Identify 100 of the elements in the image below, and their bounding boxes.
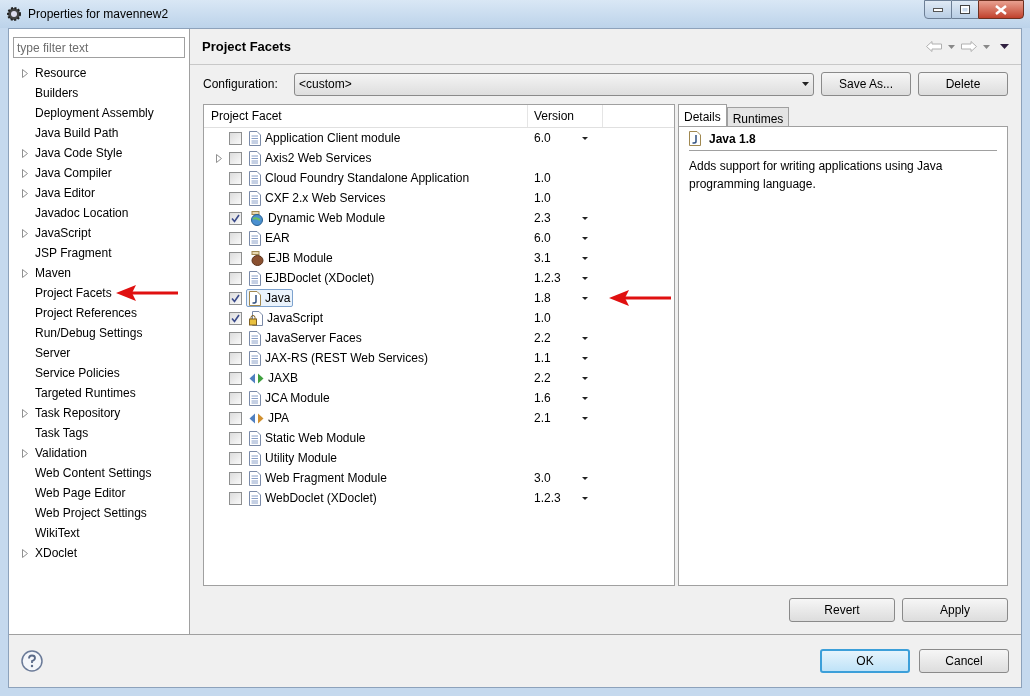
sidebar-item[interactable]: Java Build Path bbox=[35, 124, 119, 142]
checkbox[interactable] bbox=[229, 251, 242, 265]
sidebar-item[interactable]: Maven bbox=[35, 264, 72, 282]
facet-row[interactable]: CXF 2.x Web Services bbox=[246, 189, 389, 207]
caret-icon[interactable] bbox=[582, 476, 588, 480]
sidebar-item[interactable]: JSP Fragment bbox=[35, 244, 112, 262]
sidebar-item[interactable]: Server bbox=[35, 344, 71, 362]
facet-row[interactable]: EJB Module bbox=[246, 249, 336, 267]
facet-row[interactable]: JCA Module bbox=[246, 389, 333, 407]
caret-icon[interactable] bbox=[582, 296, 588, 300]
sidebar-item[interactable]: Web Page Editor bbox=[35, 484, 126, 502]
caret-icon[interactable] bbox=[582, 136, 588, 140]
dialog-button[interactable]: OK bbox=[820, 649, 910, 673]
sidebar-item[interactable]: Targeted Runtimes bbox=[35, 384, 136, 402]
facet-row[interactable]: JPA bbox=[246, 409, 293, 427]
column-header[interactable]: Project Facet bbox=[204, 105, 528, 127]
sidebar-item[interactable]: Deployment Assembly bbox=[35, 104, 154, 122]
caret-icon[interactable] bbox=[582, 356, 588, 360]
sidebar-item[interactable]: Validation bbox=[35, 444, 87, 462]
view-menu-icon[interactable] bbox=[1000, 44, 1009, 49]
sidebar-item[interactable]: Web Project Settings bbox=[35, 504, 147, 522]
caret-icon[interactable] bbox=[582, 376, 588, 380]
facet-row[interactable]: JavaServer Faces bbox=[246, 329, 365, 347]
expand-icon[interactable] bbox=[22, 268, 28, 278]
checkbox[interactable] bbox=[229, 451, 242, 465]
checkbox[interactable] bbox=[229, 131, 242, 145]
facet-row[interactable]: Dynamic Web Module bbox=[246, 209, 389, 227]
minimize-button[interactable] bbox=[924, 0, 952, 19]
back-arrow-icon[interactable] bbox=[926, 41, 942, 52]
sidebar-item[interactable]: JavaScript bbox=[35, 224, 92, 242]
expand-icon[interactable] bbox=[22, 68, 28, 78]
checkbox[interactable] bbox=[229, 371, 242, 385]
checkbox[interactable] bbox=[229, 491, 242, 505]
dialog-button[interactable]: Cancel bbox=[919, 649, 1009, 673]
sidebar-item[interactable]: Java Code Style bbox=[35, 144, 123, 162]
dialog-button[interactable]: Revert bbox=[789, 598, 895, 622]
checkbox[interactable] bbox=[229, 211, 242, 225]
sidebar-item[interactable]: Javadoc Location bbox=[35, 204, 129, 222]
facet-row[interactable]: JAXB bbox=[246, 369, 301, 387]
checkbox[interactable] bbox=[229, 431, 242, 445]
facet-row[interactable]: Application Client module bbox=[246, 129, 404, 147]
checkbox[interactable] bbox=[229, 391, 242, 405]
caret-icon[interactable] bbox=[582, 256, 588, 260]
expand-icon[interactable] bbox=[22, 228, 28, 238]
caret-icon[interactable] bbox=[582, 336, 588, 340]
facet-row[interactable]: EAR bbox=[246, 229, 293, 247]
checkbox[interactable] bbox=[229, 191, 242, 205]
checkbox[interactable] bbox=[229, 311, 242, 325]
caret-icon[interactable] bbox=[582, 416, 588, 420]
facet-row[interactable]: Utility Module bbox=[246, 449, 341, 467]
expand-icon[interactable] bbox=[22, 448, 28, 458]
checkbox[interactable] bbox=[229, 291, 242, 305]
facet-row[interactable]: Static Web Module bbox=[246, 429, 369, 447]
checkbox[interactable] bbox=[229, 471, 242, 485]
facet-row[interactable]: Axis2 Web Services bbox=[246, 149, 375, 167]
filter-field[interactable]: type filter text bbox=[13, 37, 185, 58]
facet-row[interactable]: EJBDoclet (XDoclet) bbox=[246, 269, 378, 287]
sidebar-item[interactable]: WikiText bbox=[35, 524, 80, 542]
checkbox[interactable] bbox=[229, 231, 242, 245]
caret-icon[interactable] bbox=[582, 396, 588, 400]
sidebar-item[interactable]: Service Policies bbox=[35, 364, 120, 382]
expand-icon[interactable] bbox=[22, 548, 28, 558]
expand-icon[interactable] bbox=[216, 153, 222, 163]
help-icon[interactable] bbox=[21, 650, 43, 672]
caret-icon[interactable] bbox=[582, 216, 588, 220]
sidebar-item[interactable]: XDoclet bbox=[35, 544, 78, 562]
sidebar-item[interactable]: Project Facets bbox=[35, 284, 112, 302]
sidebar-item[interactable]: Java Compiler bbox=[35, 164, 112, 182]
tab[interactable]: Details bbox=[678, 104, 727, 126]
forward-arrow-icon[interactable] bbox=[961, 41, 977, 52]
sidebar-item[interactable]: Run/Debug Settings bbox=[35, 324, 143, 342]
checkbox[interactable] bbox=[229, 411, 242, 425]
column-header[interactable]: Version bbox=[528, 105, 603, 127]
sidebar-item[interactable]: Task Repository bbox=[35, 404, 121, 422]
checkbox[interactable] bbox=[229, 331, 242, 345]
facet-row[interactable]: JavaScript bbox=[246, 309, 327, 327]
maximize-button[interactable] bbox=[952, 0, 978, 19]
checkbox[interactable] bbox=[229, 351, 242, 365]
sidebar-item[interactable]: Web Content Settings bbox=[35, 464, 152, 482]
checkbox[interactable] bbox=[229, 271, 242, 285]
facet-row[interactable]: Java bbox=[246, 289, 294, 307]
facet-row[interactable]: WebDoclet (XDoclet) bbox=[246, 489, 380, 507]
checkbox[interactable] bbox=[229, 171, 242, 185]
dialog-button[interactable]: Apply bbox=[902, 598, 1008, 622]
sidebar-item[interactable]: Project References bbox=[35, 304, 138, 322]
expand-icon[interactable] bbox=[22, 408, 28, 418]
close-button[interactable] bbox=[978, 0, 1024, 19]
sidebar-item[interactable]: Builders bbox=[35, 84, 79, 102]
checkbox[interactable] bbox=[229, 151, 242, 165]
caret-icon[interactable] bbox=[582, 276, 588, 280]
dialog-button[interactable]: Delete bbox=[918, 72, 1008, 96]
facet-row[interactable]: JAX-RS (REST Web Services) bbox=[246, 349, 431, 367]
sidebar-item[interactable]: Resource bbox=[35, 64, 87, 82]
tab[interactable]: Runtimes bbox=[726, 107, 790, 126]
configuration-dropdown[interactable]: <custom> bbox=[294, 72, 814, 96]
sidebar-item[interactable]: Task Tags bbox=[35, 424, 89, 442]
sidebar-item[interactable]: Java Editor bbox=[35, 184, 96, 202]
caret-icon[interactable] bbox=[582, 236, 588, 240]
facet-row[interactable]: Web Fragment Module bbox=[246, 469, 390, 487]
dialog-button[interactable]: Save As... bbox=[821, 72, 911, 96]
